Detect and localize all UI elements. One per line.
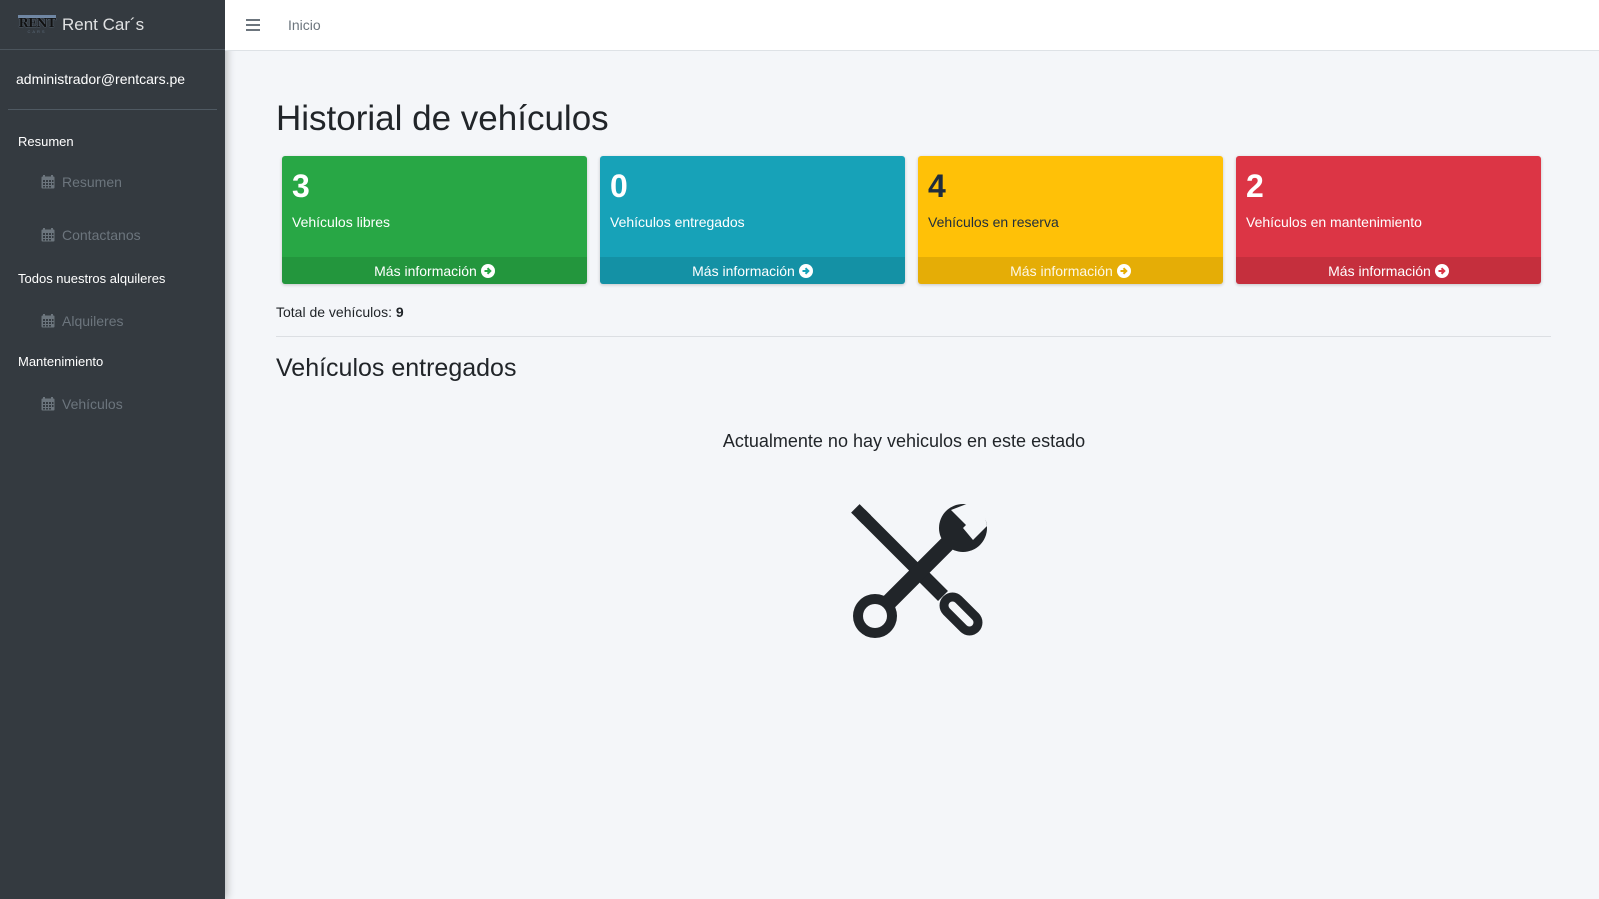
sidebar-item-label: Contactanos (62, 227, 141, 243)
calendar-icon (41, 314, 55, 328)
sidebar: RENT CARS Rent Car´s administrador@rentc… (0, 0, 225, 899)
calendar-icon (41, 228, 55, 242)
brand-logo: RENT CARS (18, 14, 56, 36)
divider (276, 336, 1551, 337)
stat-label: Vehículos entregados (610, 214, 745, 230)
sidebar-item-vehiculos[interactable]: Vehículos (0, 386, 225, 422)
sidebar-item-label: Alquileres (62, 313, 124, 329)
stat-card-libres: 3 Vehículos libres Más información (282, 156, 587, 284)
brand-link[interactable]: RENT CARS Rent Car´s (0, 0, 225, 50)
logo-subtext: CARS (27, 29, 47, 34)
stat-label: Vehículos en reserva (928, 214, 1059, 230)
arrow-circle-right-icon (1434, 263, 1449, 278)
calendar-icon (41, 397, 55, 411)
arrow-circle-right-icon (798, 263, 813, 278)
user-email[interactable]: administrador@rentcars.pe (16, 71, 185, 87)
empty-state-message: Actualmente no hay vehiculos en este est… (722, 431, 1086, 451)
more-info-label: Más información (1010, 262, 1113, 279)
stat-label: Vehículos libres (292, 214, 391, 230)
stat-card-mantenimiento: 2 Vehículos en mantenimiento Más informa… (1236, 156, 1541, 284)
main-content: Historial de vehículos 3 Vehículos libre… (276, 51, 1551, 638)
calendar-icon (41, 175, 55, 189)
more-info-link[interactable]: Más información (282, 257, 587, 284)
nav-header-resumen: Resumen (18, 134, 74, 149)
stat-count: 4 (928, 168, 946, 204)
arrow-circle-right-icon (480, 263, 495, 278)
stat-card-entregados: 0 Vehículos entregados Más información (600, 156, 905, 284)
stat-count: 2 (1246, 168, 1264, 204)
more-info-link[interactable]: Más información (600, 257, 905, 284)
brand-name: Rent Car´s (62, 14, 145, 34)
nav-header-mantenimiento: Mantenimiento (18, 354, 104, 369)
sidebar-nav: Resumen Resumen Contactanos Todos nuestr… (0, 133, 225, 422)
more-info-label: Más información (1328, 262, 1431, 279)
sidebar-item-resumen[interactable]: Resumen (0, 164, 225, 200)
total-label: Total de vehículos: (276, 304, 392, 320)
sidebar-item-alquileres[interactable]: Alquileres (0, 303, 225, 339)
tools-icon (851, 504, 987, 638)
bars-icon[interactable] (246, 19, 260, 31)
arrow-circle-right-icon (1116, 263, 1131, 278)
nav-header-alquileres: Todos nuestros alquileres (18, 271, 166, 286)
section-title: Vehículos entregados (276, 354, 517, 382)
logo-text: RENT (18, 15, 56, 30)
more-info-label: Más información (692, 262, 795, 279)
stat-cards: 3 Vehículos libres Más información 0 Veh… (282, 156, 1551, 284)
more-info-label: Más información (374, 262, 477, 279)
top-navbar: Inicio (225, 0, 1599, 51)
stat-count: 3 (292, 168, 310, 204)
user-panel: administrador@rentcars.pe (8, 50, 217, 110)
home-link[interactable]: Inicio (288, 17, 321, 33)
stat-count: 0 (610, 168, 628, 204)
total-value: 9 (395, 304, 404, 320)
page-title: Historial de vehículos (276, 99, 609, 138)
sidebar-item-label: Vehículos (62, 396, 123, 412)
total-vehicles: Total de vehículos: 9 (276, 304, 1551, 320)
sidebar-item-label: Resumen (62, 174, 122, 190)
more-info-link[interactable]: Más información (1236, 257, 1541, 284)
stat-card-reserva: 4 Vehículos en reserva Más información (918, 156, 1223, 284)
sidebar-item-contactanos[interactable]: Contactanos (0, 217, 225, 253)
stat-label: Vehículos en mantenimiento (1246, 214, 1422, 230)
more-info-link[interactable]: Más información (918, 257, 1223, 284)
